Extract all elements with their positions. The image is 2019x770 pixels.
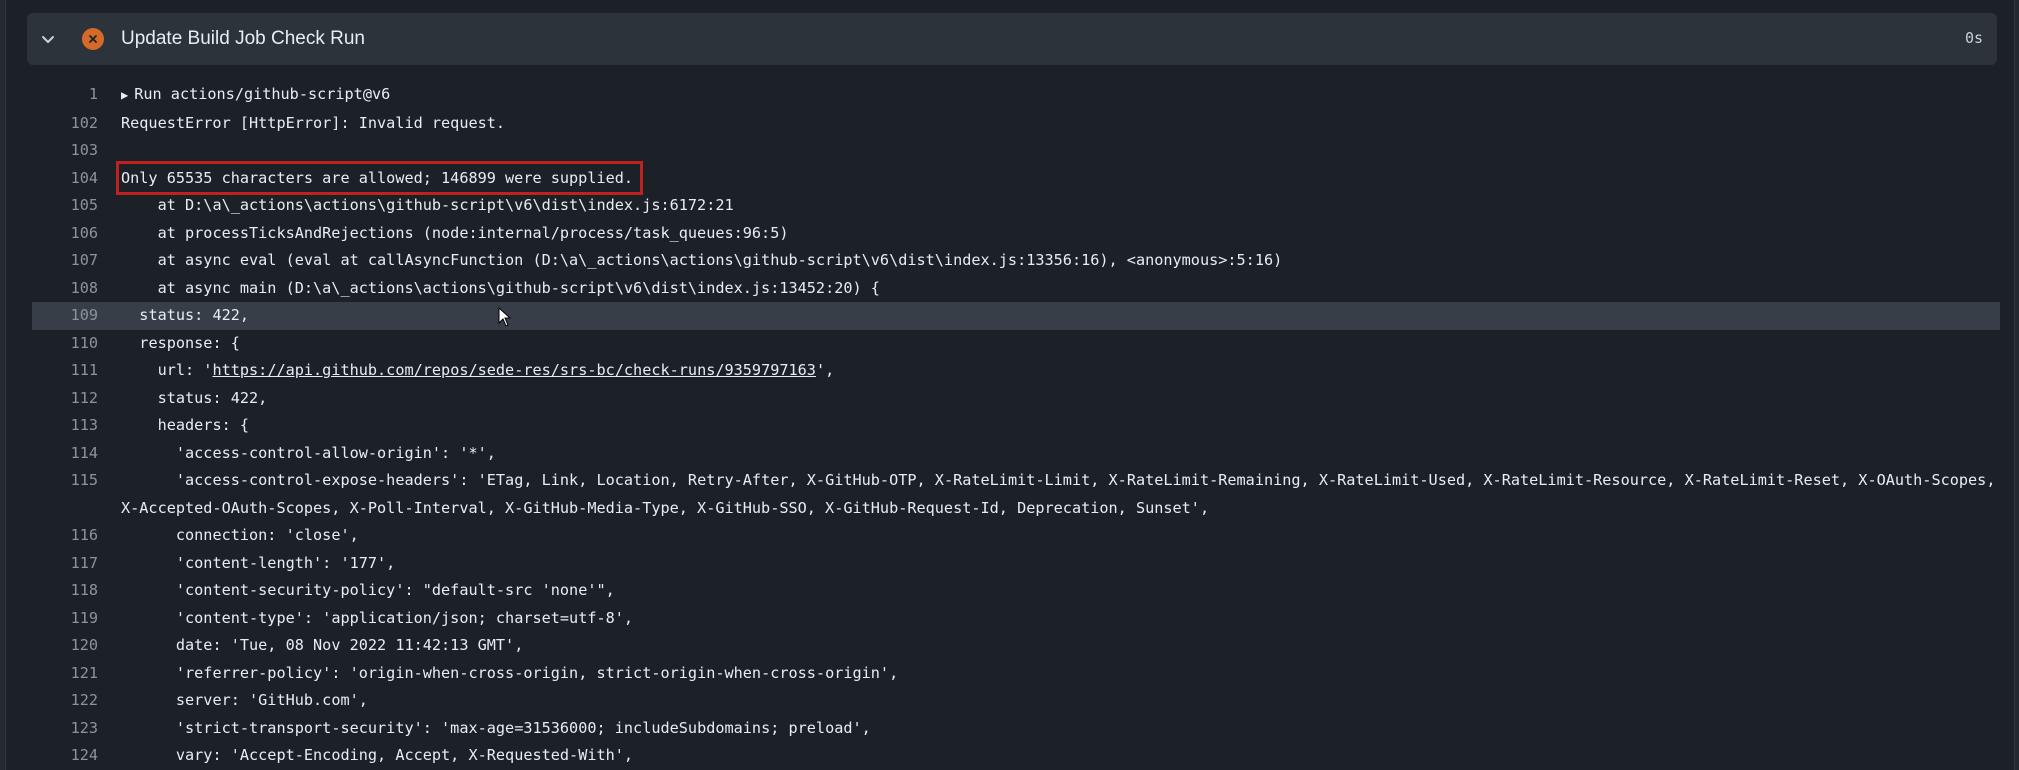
line-number[interactable]: 103 (32, 137, 98, 165)
log-line-text: 'access-control-expose-headers': 'ETag, … (121, 471, 2005, 517)
log-line[interactable]: 107 at async eval (eval at callAsyncFunc… (32, 247, 2000, 275)
log-line-text: RequestError [HttpError]: Invalid reques… (121, 113, 506, 132)
log-line[interactable]: 123 'strict-transport-security': 'max-ag… (32, 715, 2000, 743)
log-line[interactable]: 118 'content-security-policy': "default-… (32, 577, 2000, 605)
line-number[interactable]: 118 (32, 577, 98, 605)
log-line-text: at async eval (eval at callAsyncFunction… (121, 251, 1283, 269)
log-line[interactable]: 111 url: 'https://api.github.com/repos/s… (32, 357, 2000, 385)
line-number[interactable]: 111 (32, 357, 98, 385)
line-number[interactable]: 105 (32, 192, 98, 220)
log-line[interactable]: 109 status: 422, (32, 302, 2000, 330)
expand-triangle-icon[interactable]: ▶ (121, 82, 128, 110)
log-line[interactable]: 116 connection: 'close', (32, 522, 2000, 550)
step-duration: 0s (1964, 29, 1983, 47)
log-line-text: url: 'https://api.github.com/repos/sede-… (121, 361, 835, 379)
log-line[interactable]: 117 'content-length': '177', (32, 550, 2000, 578)
request-url-link[interactable]: https://api.github.com/repos/sede-res/sr… (212, 361, 815, 379)
line-number[interactable]: 120 (32, 632, 98, 660)
log-line[interactable]: 106 at processTicksAndRejections (node:i… (32, 220, 2000, 248)
log-line[interactable]: 115 'access-control-expose-headers': 'ET… (32, 467, 2000, 522)
log-line[interactable]: 120 date: 'Tue, 08 Nov 2022 11:42:13 GMT… (32, 632, 2000, 660)
line-number[interactable]: 107 (32, 247, 98, 275)
log-line-text[interactable]: ▶ Run actions/github-script@v6 (98, 81, 2000, 110)
log-line[interactable]: 103 (32, 137, 2000, 165)
error-highlight-box: Only 65535 characters are allowed; 14689… (115, 160, 644, 195)
log-line-text: at D:\a\_actions\actions\github-script\v… (121, 196, 734, 214)
log-output: 1 ▶ Run actions/github-script@v6 102 Reque… (32, 81, 2000, 770)
log-line[interactable]: 110 response: { (32, 330, 2000, 358)
log-line[interactable]: 104 Only 65535 characters are allowed; 14… (32, 160, 2000, 195)
log-line[interactable]: 112 status: 422, (32, 385, 2000, 413)
log-line-text: 'content-security-policy': "default-src … (121, 581, 615, 599)
line-number[interactable]: 124 (32, 742, 98, 770)
log-line[interactable]: 122 server: 'GitHub.com', (32, 687, 2000, 715)
log-line-text: server: 'GitHub.com', (121, 691, 368, 709)
line-number[interactable]: 102 (32, 110, 98, 138)
line-number[interactable]: 121 (32, 660, 98, 688)
log-line[interactable]: 121 'referrer-policy': 'origin-when-cros… (32, 660, 2000, 688)
log-line-text: 'access-control-allow-origin': '*', (121, 443, 496, 462)
line-number[interactable]: 117 (32, 550, 98, 578)
line-number[interactable]: 115 (32, 467, 98, 495)
log-line[interactable]: 124 vary: 'Accept-Encoding, Accept, X-Re… (32, 742, 2000, 770)
log-line[interactable]: 102 RequestError [HttpError]: Invalid req… (32, 110, 2000, 138)
log-line-text: headers: { (121, 416, 250, 434)
log-line[interactable]: 119 'content-type': 'application/json; c… (32, 605, 2000, 633)
line-number[interactable]: 104 (32, 165, 98, 193)
line-number[interactable]: 108 (32, 275, 98, 303)
log-line-text: 'referrer-policy': 'origin-when-cross-or… (121, 663, 899, 682)
line-number[interactable]: 119 (32, 605, 98, 633)
log-line-text: vary: 'Accept-Encoding, Accept, X-Reques… (121, 746, 634, 764)
log-line-text: status: 422, (121, 388, 268, 407)
line-number[interactable]: 116 (32, 522, 98, 550)
log-line[interactable]: 113 headers: { (32, 412, 2000, 440)
step-header[interactable]: Update Build Job Check Run 0s (27, 13, 1997, 65)
log-line-text: 'strict-transport-security': 'max-age=31… (121, 718, 871, 737)
step-title[interactable]: Update Build Job Check Run (121, 27, 365, 51)
log-line-text: status: 422, (121, 306, 250, 324)
log-line[interactable]: 108 at async main (D:\a\_actions\actions… (32, 275, 2000, 303)
line-number[interactable]: 109 (32, 302, 98, 330)
line-number[interactable]: 114 (32, 440, 98, 468)
line-number[interactable]: 1 (32, 81, 98, 109)
log-line[interactable]: 114 'access-control-allow-origin': '*', (32, 440, 2000, 468)
log-line-text: at processTicksAndRejections (node:inter… (121, 223, 789, 242)
log-line-text: at async main (D:\a\_actions\actions\git… (121, 278, 880, 297)
line-number[interactable]: 110 (32, 330, 98, 358)
line-number[interactable]: 123 (32, 715, 98, 743)
log-line[interactable]: 105 at D:\a\_actions\actions\github-scri… (32, 192, 2000, 220)
log-line-run[interactable]: 1 ▶ Run actions/github-script@v6 (32, 81, 2000, 110)
line-number[interactable]: 112 (32, 385, 98, 413)
chevron-down-icon[interactable] (40, 31, 56, 47)
log-panel: Update Build Job Check Run 0s 1 ▶ Run act… (5, 0, 2015, 770)
log-line-text: connection: 'close', (121, 526, 359, 544)
log-line-text: date: 'Tue, 08 Nov 2022 11:42:13 GMT', (121, 636, 524, 654)
x-circle-fill-icon (82, 28, 104, 50)
line-number[interactable]: 113 (32, 412, 98, 440)
line-number[interactable]: 122 (32, 687, 98, 715)
log-line-text: Only 65535 characters are allowed; 14689… (98, 160, 2000, 195)
log-line-text: 'content-length': '177', (121, 553, 396, 572)
log-line-text: response: { (121, 333, 240, 352)
mouse-cursor-icon (498, 307, 512, 327)
log-line-text: 'content-type': 'application/json; chars… (121, 608, 634, 627)
line-number[interactable]: 106 (32, 220, 98, 248)
